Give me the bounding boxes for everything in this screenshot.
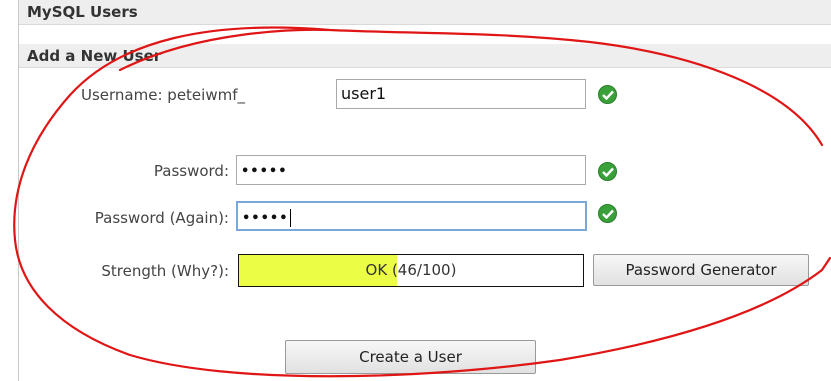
password-again-valid-check-icon xyxy=(598,204,617,223)
password-again-label: Password (Again): xyxy=(94,209,229,227)
password-generator-button[interactable]: Password Generator xyxy=(593,254,809,286)
text-caret xyxy=(289,208,291,227)
password-again-masked-value: ••••• xyxy=(242,211,289,226)
create-user-button[interactable]: Create a User xyxy=(285,340,536,374)
username-input[interactable]: user1 xyxy=(336,79,586,109)
username-label: Username: peteiwmf_ xyxy=(81,86,245,104)
strength-label: Strength (Why?): xyxy=(101,262,229,280)
strength-meter: OK (46/100) xyxy=(238,254,584,287)
password-input[interactable]: ••••• xyxy=(236,155,586,185)
section-header: MySQL Users xyxy=(19,0,831,25)
password-again-input[interactable]: ••••• xyxy=(236,201,587,231)
password-label: Password: xyxy=(153,162,229,180)
form-title: Add a New User xyxy=(19,43,831,68)
username-valid-check-icon xyxy=(598,85,617,104)
strength-meter-text: OK (46/100) xyxy=(365,261,457,279)
username-prefix: peteiwmf_ xyxy=(167,86,245,104)
password-masked-value: ••••• xyxy=(241,164,288,179)
password-valid-check-icon xyxy=(598,162,617,181)
username-label-text: Username: xyxy=(80,86,163,104)
